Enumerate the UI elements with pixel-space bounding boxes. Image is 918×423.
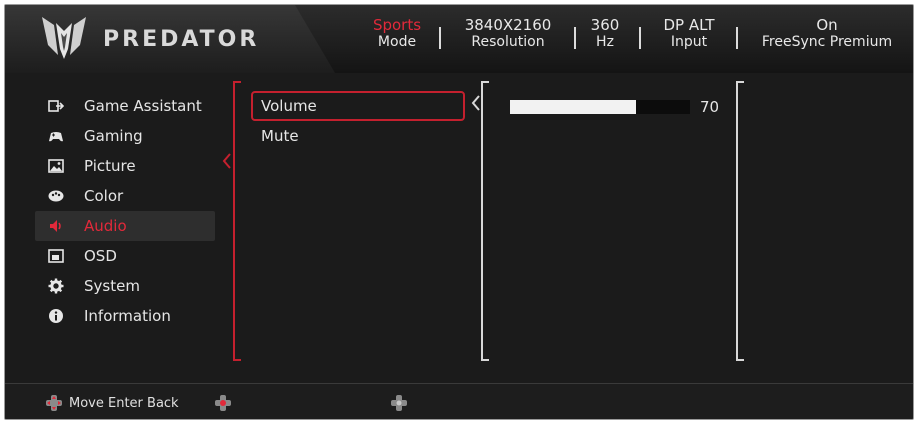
footer-hint-bar: Move Enter Back	[5, 383, 913, 419]
volume-value: 70	[700, 98, 720, 116]
status-freesync: On FreeSync Premium	[747, 17, 907, 51]
category-label: OSD	[84, 247, 117, 265]
footer-hint: Move Enter Back	[45, 394, 179, 412]
game-assistant-icon	[45, 97, 67, 115]
category-label: Gaming	[84, 127, 143, 145]
footer-hint-text: Move Enter Back	[69, 395, 179, 411]
header-divider	[439, 27, 441, 49]
category-gaming[interactable]: Gaming	[35, 121, 215, 151]
chevron-left-icon	[471, 95, 480, 111]
status-refresh-rate: 360 Hz	[587, 17, 623, 51]
header-divider	[574, 27, 576, 49]
volume-slider-fill	[510, 100, 636, 114]
category-label: Color	[84, 187, 124, 205]
status-resolution: 3840X2160 Resolution	[453, 17, 563, 51]
category-audio[interactable]: Audio	[35, 211, 215, 241]
category-color[interactable]: Color	[35, 181, 215, 211]
info-icon	[45, 307, 67, 325]
category-picture[interactable]: Picture	[35, 151, 215, 181]
category-label: System	[84, 277, 140, 295]
header-divider	[736, 27, 738, 49]
dpad-back-icon	[391, 395, 407, 411]
submenu-bracket	[233, 81, 241, 361]
input-value: DP ALT	[663, 16, 715, 34]
mode-label: Mode	[377, 34, 417, 50]
volume-slider[interactable]	[510, 100, 690, 114]
gamepad-icon	[45, 127, 67, 145]
refresh-value: 360	[590, 16, 620, 34]
status-input: DP ALT Input	[651, 17, 727, 51]
palette-icon	[45, 187, 67, 205]
mode-value: Sports	[372, 16, 422, 34]
category-osd[interactable]: OSD	[35, 241, 215, 271]
status-mode: Sports Mode	[367, 17, 427, 51]
category-label: Picture	[84, 157, 136, 175]
category-system[interactable]: System	[35, 271, 215, 301]
resolution-label: Resolution	[471, 34, 545, 50]
header-divider	[639, 27, 641, 49]
speaker-icon	[45, 217, 67, 235]
category-label: Game Assistant	[84, 97, 202, 115]
resolution-value: 3840X2160	[464, 16, 552, 34]
value-bracket	[481, 81, 489, 361]
freesync-label: FreeSync Premium	[761, 34, 893, 50]
freesync-value: On	[816, 16, 838, 34]
predator-logo-icon	[42, 17, 86, 59]
picture-icon	[45, 157, 67, 175]
chevron-left-icon	[222, 153, 231, 169]
osd-menu: PREDATOR Sports Mode 3840X2160 Resolutio…	[4, 4, 914, 420]
dpad-enter-icon	[215, 395, 231, 411]
osd-icon	[45, 247, 67, 265]
category-label: Information	[84, 307, 171, 325]
dpad-icon	[46, 395, 62, 411]
footer-back	[390, 394, 408, 412]
detail-bracket	[736, 81, 744, 361]
brand-name: PREDATOR	[103, 27, 260, 52]
volume-item[interactable]: Volume	[251, 91, 465, 121]
input-label: Input	[670, 34, 708, 50]
status-header: PREDATOR Sports Mode 3840X2160 Resolutio…	[5, 5, 913, 73]
refresh-label: Hz	[596, 34, 614, 50]
category-game-assistant[interactable]: Game Assistant	[35, 91, 215, 121]
mute-item[interactable]: Mute	[251, 121, 465, 151]
logo-plate: PREDATOR	[5, 5, 335, 73]
gear-icon	[45, 277, 67, 295]
audio-submenu: Volume Mute	[251, 91, 465, 151]
category-label: Audio	[84, 217, 127, 235]
category-list: Game Assistant Gaming Picture Color Audi…	[35, 91, 215, 331]
category-information[interactable]: Information	[35, 301, 215, 331]
footer-enter	[214, 394, 232, 412]
